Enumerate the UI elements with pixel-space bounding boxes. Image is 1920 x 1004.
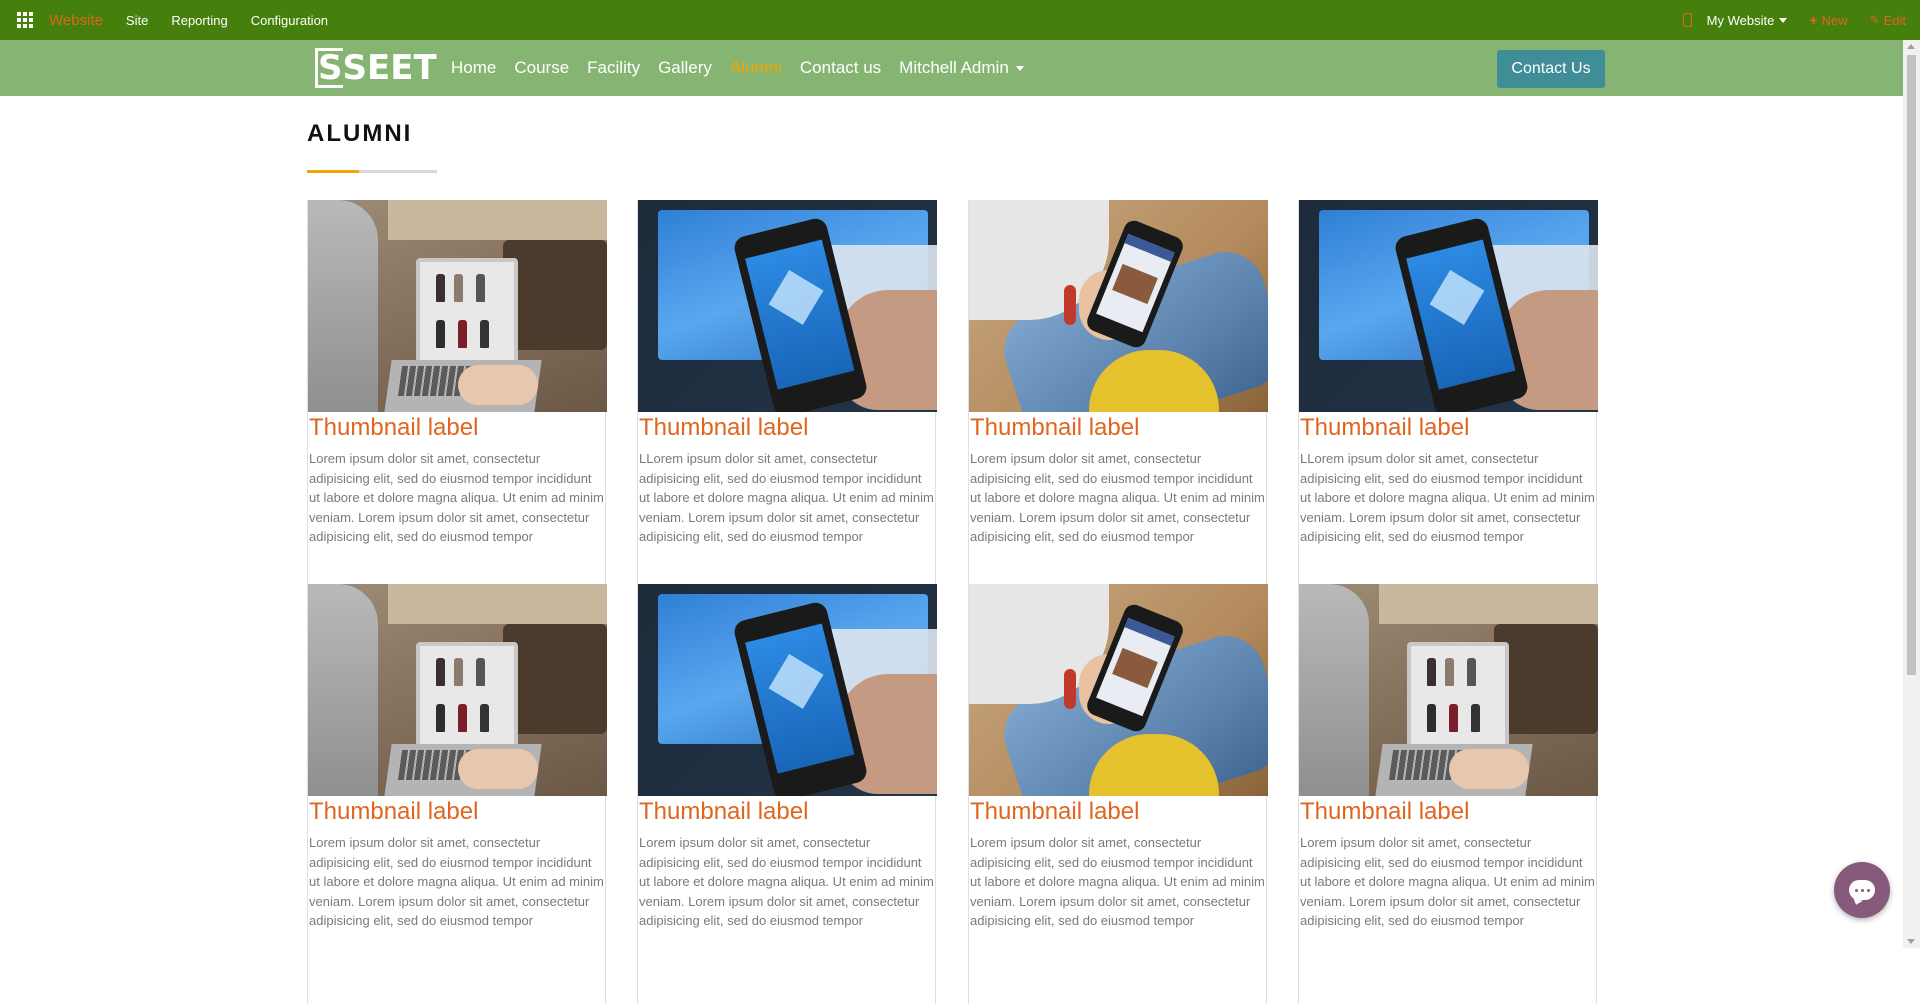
card-image — [1299, 200, 1598, 412]
scroll-down-icon[interactable] — [1907, 939, 1915, 944]
new-button-label: New — [1821, 12, 1848, 28]
edit-button-label: Edit — [1883, 12, 1906, 28]
nav-gallery[interactable]: Gallery — [658, 58, 712, 78]
nav-facility[interactable]: Facility — [587, 58, 640, 78]
alumni-card[interactable]: Thumbnail label Lorem ipsum dolor sit ame… — [968, 200, 1268, 620]
site-logo[interactable]: S SEET — [315, 47, 437, 89]
card-description: Lorem ipsum dolor sit amet, consectetur … — [970, 835, 1265, 928]
chat-icon — [1849, 880, 1875, 900]
main-nav: Home Course Facility Gallery Alumni Cont… — [451, 58, 1042, 78]
chat-button[interactable] — [1834, 862, 1890, 918]
card-title[interactable]: Thumbnail label — [969, 414, 1266, 442]
website-selector[interactable]: My Website — [1707, 13, 1788, 28]
card-description: Lorem ipsum dolor sit amet, consectetur … — [309, 835, 604, 928]
apps-icon[interactable] — [17, 12, 33, 28]
user-menu[interactable]: Mitchell Admin — [899, 58, 1024, 78]
card-image — [308, 200, 607, 412]
card-title[interactable]: Thumbnail label — [308, 798, 605, 826]
alumni-card[interactable]: Thumbnail label LLorem ipsum dolor sit am… — [1298, 200, 1598, 620]
card-image — [638, 200, 937, 412]
card-image — [1299, 584, 1598, 796]
contact-us-button[interactable]: Contact Us — [1497, 50, 1605, 88]
page-title: ALUMNI — [307, 120, 413, 147]
menu-site[interactable]: Site — [126, 13, 148, 28]
card-description: Lorem ipsum dolor sit amet, consectetur … — [1300, 835, 1595, 928]
pencil-icon: ✎ — [1869, 13, 1880, 27]
admin-actions: My Website + New ✎ Edit — [1682, 12, 1906, 28]
logo-mark: S — [315, 48, 343, 88]
scroll-up-icon[interactable] — [1907, 44, 1915, 49]
plus-icon: + — [1809, 12, 1818, 28]
menu-reporting[interactable]: Reporting — [171, 13, 227, 28]
card-title[interactable]: Thumbnail label — [638, 798, 935, 826]
nav-alumni[interactable]: Alumni — [730, 58, 782, 78]
edit-button[interactable]: ✎ Edit — [1870, 13, 1906, 28]
nav-contact-us[interactable]: Contact us — [800, 58, 881, 78]
card-title[interactable]: Thumbnail label — [638, 414, 935, 442]
card-title[interactable]: Thumbnail label — [1299, 414, 1596, 442]
scrollbar[interactable] — [1903, 40, 1920, 948]
card-description: Lorem ipsum dolor sit amet, consectetur … — [309, 451, 604, 544]
site-header: S SEET Home Course Facility Gallery Alum… — [0, 40, 1903, 96]
card-image — [969, 584, 1268, 796]
card-description: Lorem ipsum dolor sit amet, consectetur … — [970, 451, 1265, 544]
alumni-card[interactable]: Thumbnail label Lorem ipsum dolor sit ame… — [637, 584, 937, 1004]
title-underline — [307, 170, 437, 173]
chevron-down-icon — [1015, 65, 1024, 71]
new-button[interactable]: + New — [1809, 12, 1847, 28]
card-title[interactable]: Thumbnail label — [1299, 798, 1596, 826]
scroll-thumb[interactable] — [1907, 55, 1916, 675]
card-title[interactable]: Thumbnail label — [969, 798, 1266, 826]
nav-home[interactable]: Home — [451, 58, 496, 78]
alumni-card[interactable]: Thumbnail label Lorem ipsum dolor sit ame… — [307, 584, 607, 1004]
card-description: Lorem ipsum dolor sit amet, consectetur … — [639, 835, 934, 928]
card-image — [308, 584, 607, 796]
alumni-card[interactable]: Thumbnail label Lorem ipsum dolor sit ame… — [307, 200, 607, 620]
mobile-preview-icon[interactable] — [1682, 13, 1692, 27]
admin-bar: Website Site Reporting Configuration My … — [0, 0, 1920, 40]
logo-text: SEET — [342, 48, 437, 88]
card-description: LLorem ipsum dolor sit amet, consectetur… — [1300, 451, 1595, 544]
card-title[interactable]: Thumbnail label — [308, 414, 605, 442]
alumni-card[interactable]: Thumbnail label LLorem ipsum dolor sit am… — [637, 200, 937, 620]
app-brand[interactable]: Website — [49, 12, 103, 29]
card-image — [969, 200, 1268, 412]
alumni-card[interactable]: Thumbnail label Lorem ipsum dolor sit ame… — [968, 584, 1268, 1004]
chevron-down-icon — [1779, 17, 1788, 23]
card-description: LLorem ipsum dolor sit amet, consectetur… — [639, 451, 934, 544]
alumni-card[interactable]: Thumbnail label Lorem ipsum dolor sit ame… — [1298, 584, 1598, 1004]
menu-configuration[interactable]: Configuration — [251, 13, 328, 28]
card-image — [638, 584, 937, 796]
nav-course[interactable]: Course — [514, 58, 569, 78]
website-selector-label: My Website — [1706, 12, 1775, 28]
user-name: Mitchell Admin — [899, 58, 1009, 77]
